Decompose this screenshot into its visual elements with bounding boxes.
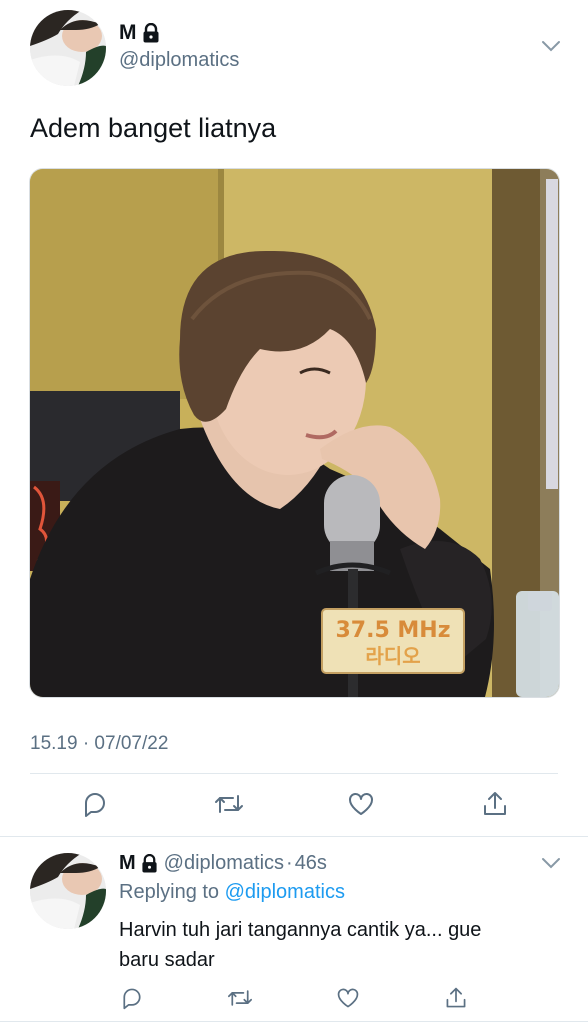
divider	[0, 1021, 588, 1022]
reply-display-name-text[interactable]: M	[119, 852, 136, 875]
chevron-down-icon[interactable]	[541, 40, 561, 52]
reply-header: M @diplomatics · 46s	[119, 852, 327, 875]
share-icon	[484, 792, 506, 815]
share-icon	[446, 987, 466, 1008]
tweet-text: Adem banget liatnya	[30, 113, 277, 143]
user-handle[interactable]: @diplomatics	[119, 49, 239, 72]
tweet-photo[interactable]: 37.5 MHz 라디오	[29, 168, 560, 698]
display-name[interactable]: M	[119, 21, 160, 45]
chevron-down-icon[interactable]	[541, 857, 561, 869]
retweet-icon	[228, 990, 252, 1006]
photo-illustration: 37.5 MHz 라디오	[30, 169, 559, 697]
reply-text: Harvin tuh jari tangannya cantik ya... g…	[119, 915, 481, 975]
lock-icon	[143, 23, 158, 43]
separator-dot: ·	[286, 852, 293, 874]
like-icon	[349, 793, 373, 815]
retweet-icon	[215, 795, 243, 813]
like-button[interactable]	[328, 978, 368, 1018]
like-icon	[337, 988, 359, 1008]
replying-to-link[interactable]: @diplomatics	[225, 881, 345, 903]
share-button[interactable]	[436, 978, 476, 1018]
reply-button[interactable]	[112, 978, 152, 1018]
divider	[30, 773, 558, 774]
divider	[0, 836, 588, 837]
avatar[interactable]	[30, 10, 106, 86]
retweet-button[interactable]	[209, 784, 249, 824]
reply-button[interactable]	[75, 784, 115, 824]
lock-icon	[142, 854, 157, 873]
reply-display-name[interactable]: M	[119, 852, 158, 875]
reply-text-line-1: Harvin tuh jari tangannya cantik ya... g…	[119, 919, 482, 941]
display-name-text[interactable]: M	[119, 21, 137, 45]
media-sign-bottom: 라디오	[365, 644, 420, 668]
share-button[interactable]	[475, 784, 515, 824]
reply-icon	[123, 988, 141, 1010]
reply-handle[interactable]: @diplomatics	[164, 852, 284, 875]
tweet-timestamp[interactable]: 15.19 · 07/07/22	[30, 733, 168, 755]
replying-to: Replying to @diplomatics	[119, 881, 345, 904]
media-sign-top: 37.5 MHz	[335, 618, 450, 643]
reply-avatar[interactable]	[30, 853, 106, 929]
retweet-button[interactable]	[220, 978, 260, 1018]
reply-icon	[85, 793, 105, 817]
reply-age[interactable]: 46s	[295, 852, 327, 875]
replying-prefix: Replying to	[119, 881, 225, 903]
reply-text-line-2: baru sadar	[119, 949, 215, 971]
like-button[interactable]	[341, 784, 381, 824]
